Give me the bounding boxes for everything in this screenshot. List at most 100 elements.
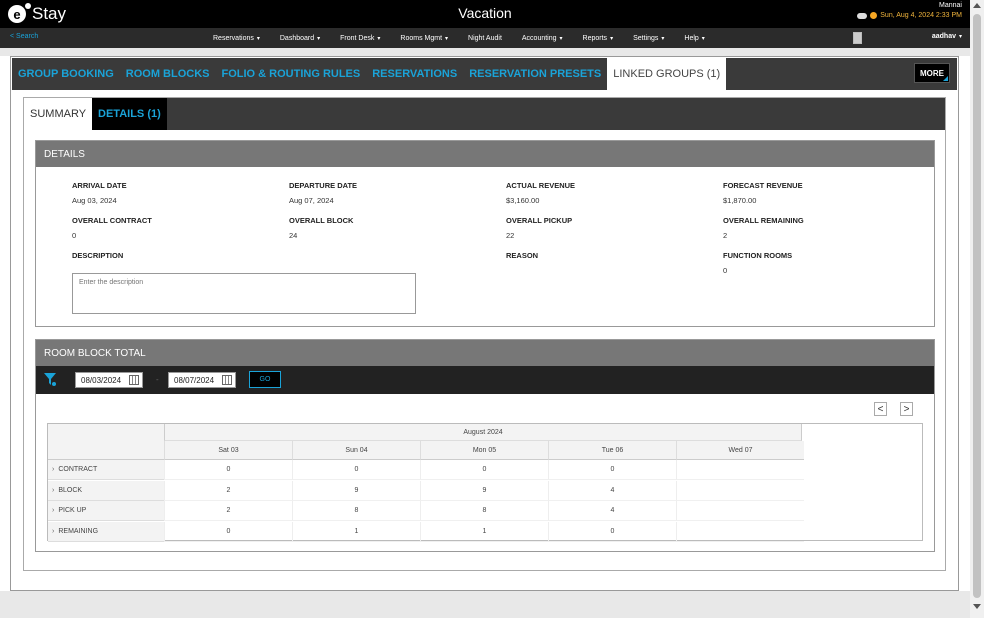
menu-item-reports[interactable]: Reports ▾: [583, 35, 614, 42]
room-block-grid: August 2024 Sat 03 Sun 04 Mon 05 Tue 06 Wed …: [47, 423, 923, 542]
menu-item-rooms-mgmt[interactable]: Rooms Mgmt ▾: [400, 35, 448, 42]
grid-cell: 4: [548, 501, 676, 521]
linked-groups-panel: SUMMARY DETAILS (1) DETAILS ARRIVAL DATE…: [23, 97, 946, 571]
day-header: Sun 04: [292, 441, 420, 460]
chevron-down-icon: ▾: [377, 35, 381, 42]
row-label-block[interactable]: › BLOCK: [48, 480, 164, 501]
description-input[interactable]: [72, 273, 416, 314]
chevron-down-icon: ▾: [445, 35, 449, 42]
room-block-heading: ROOM BLOCK TOTAL: [36, 340, 934, 366]
grid-cell: 0: [164, 460, 292, 480]
tab-reservation-presets[interactable]: RESERVATION PRESETS: [463, 58, 607, 90]
tab-summary[interactable]: SUMMARY: [24, 98, 93, 130]
menu-item-night-audit[interactable]: Night Audit: [468, 35, 502, 42]
grid-cell: 8: [292, 501, 420, 521]
row-label-contract[interactable]: › CONTRACT: [48, 460, 164, 480]
page-background-bottom: [0, 591, 970, 618]
grid-cell: 0: [548, 460, 676, 480]
actual-revenue-value: $3,160.00: [506, 196, 540, 205]
overall-pickup-label: OVERALL PICKUP: [506, 216, 573, 225]
room-block-total-section: ROOM BLOCK TOTAL 08/03/2024 - 08/07/2024…: [35, 339, 935, 552]
row-label-remaining[interactable]: › REMAINING: [48, 521, 164, 542]
sun-icon: [870, 12, 878, 19]
description-label: DESCRIPTION: [72, 251, 124, 260]
chevron-right-icon[interactable]: ›: [52, 466, 54, 473]
room-block-toolbar: 08/03/2024 - 08/07/2024 GO: [36, 366, 934, 394]
chevron-down-icon: ▾: [256, 35, 260, 42]
function-rooms-label: FUNCTION ROOMS: [723, 251, 793, 260]
calendar-icon[interactable]: [222, 375, 232, 385]
prev-button[interactable]: <: [874, 402, 887, 416]
group-panel: GROUP BOOKING ROOM BLOCKS FOLIO & ROUTING …: [10, 56, 959, 591]
next-button[interactable]: >: [900, 402, 913, 416]
details-section: DETAILS ARRIVAL DATE Aug 03, 2024 DEPART…: [35, 140, 935, 327]
tab-room-blocks[interactable]: ROOM BLOCKS: [120, 58, 216, 90]
chevron-down-icon: ▾: [701, 35, 705, 42]
cloud-icon: [857, 12, 868, 19]
more-button[interactable]: MORE: [914, 63, 950, 83]
scroll-thumb[interactable]: [973, 14, 981, 598]
grid-cell: 2: [164, 480, 292, 501]
vertical-scrollbar[interactable]: [970, 0, 984, 618]
chevron-right-icon[interactable]: ›: [52, 507, 54, 514]
date-separator: -: [156, 375, 159, 384]
sub-tab-bar: SUMMARY DETAILS (1): [24, 98, 945, 130]
filter-icon[interactable]: [44, 373, 56, 386]
clipboard-icon[interactable]: [853, 32, 862, 44]
user-name[interactable]: Mannai: [857, 2, 962, 9]
arrival-date-label: ARRIVAL DATE: [72, 181, 127, 190]
menu-item-dashboard[interactable]: Dashboard ▾: [280, 35, 320, 42]
grid-cell: [676, 460, 804, 480]
overall-block-label: OVERALL BLOCK: [289, 216, 354, 225]
scroll-up-icon[interactable]: [973, 3, 981, 8]
page-background-top: [0, 48, 970, 56]
grid-cell: 9: [420, 480, 548, 501]
grid-cell: 9: [292, 480, 420, 501]
menu-item-reservations[interactable]: Reservations ▾: [213, 35, 260, 42]
scroll-down-icon[interactable]: [973, 604, 981, 609]
chevron-down-icon: ▾: [661, 35, 665, 42]
grid-cell: 4: [548, 480, 676, 501]
grid-cell: 8: [420, 501, 548, 521]
chevron-right-icon[interactable]: ›: [52, 487, 54, 494]
menu-item-accounting[interactable]: Accounting ▾: [522, 35, 563, 42]
tab-reservations[interactable]: RESERVATIONS: [366, 58, 463, 90]
forecast-revenue-value: $1,870.00: [723, 196, 757, 205]
day-header: Wed 07: [676, 441, 804, 460]
menu-item-settings[interactable]: Settings ▾: [633, 35, 664, 42]
chevron-down-icon: ▾: [559, 35, 563, 42]
to-date-input[interactable]: 08/07/2024: [168, 372, 236, 388]
function-rooms-value: 0: [723, 266, 728, 275]
chevron-down-icon: ▾: [610, 35, 614, 42]
tab-group-booking[interactable]: GROUP BOOKING: [12, 58, 120, 90]
day-header: Sat 03: [164, 441, 292, 460]
user-menu[interactable]: aadhav ▾: [932, 33, 962, 40]
row-label-pick-up[interactable]: › PICK UP: [48, 501, 164, 521]
group-tab-bar: GROUP BOOKING ROOM BLOCKS FOLIO & ROUTING …: [12, 58, 957, 90]
month-header: August 2024: [164, 424, 802, 441]
arrival-date-value: Aug 03, 2024: [72, 196, 117, 205]
chevron-right-icon[interactable]: ›: [52, 528, 54, 535]
calendar-icon[interactable]: [129, 375, 139, 385]
chevron-down-icon: ▾: [317, 35, 321, 42]
go-button[interactable]: GO: [249, 371, 281, 388]
property-title: Vacation: [458, 5, 512, 21]
grid-cell: [676, 501, 804, 521]
tab-folio-routing-rules[interactable]: FOLIO & ROUTING RULES: [216, 58, 367, 90]
overall-contract-value: 0: [72, 231, 77, 240]
details-heading: DETAILS: [36, 141, 934, 167]
corner-triangle-icon: [943, 76, 948, 81]
grid-cell: [676, 480, 804, 501]
grid-cell: 2: [164, 501, 292, 521]
room-block-grid-area: < > August 2024 Sat 03 Sun 04 Mon 05 Tue 06…: [36, 394, 934, 552]
tab-linked-groups-1[interactable]: LINKED GROUPS (1): [607, 58, 727, 90]
tab-details[interactable]: DETAILS (1): [92, 98, 167, 130]
grid-cell: 1: [292, 521, 420, 542]
search-link[interactable]: < Search: [10, 33, 38, 40]
day-header: Mon 05: [420, 441, 548, 460]
menu-item-front-desk[interactable]: Front Desk ▾: [340, 35, 380, 42]
from-date-input[interactable]: 08/03/2024: [75, 372, 143, 388]
grid-cell: 1: [420, 521, 548, 542]
menu-item-help[interactable]: Help ▾: [684, 35, 704, 42]
grid-cell: 0: [292, 460, 420, 480]
